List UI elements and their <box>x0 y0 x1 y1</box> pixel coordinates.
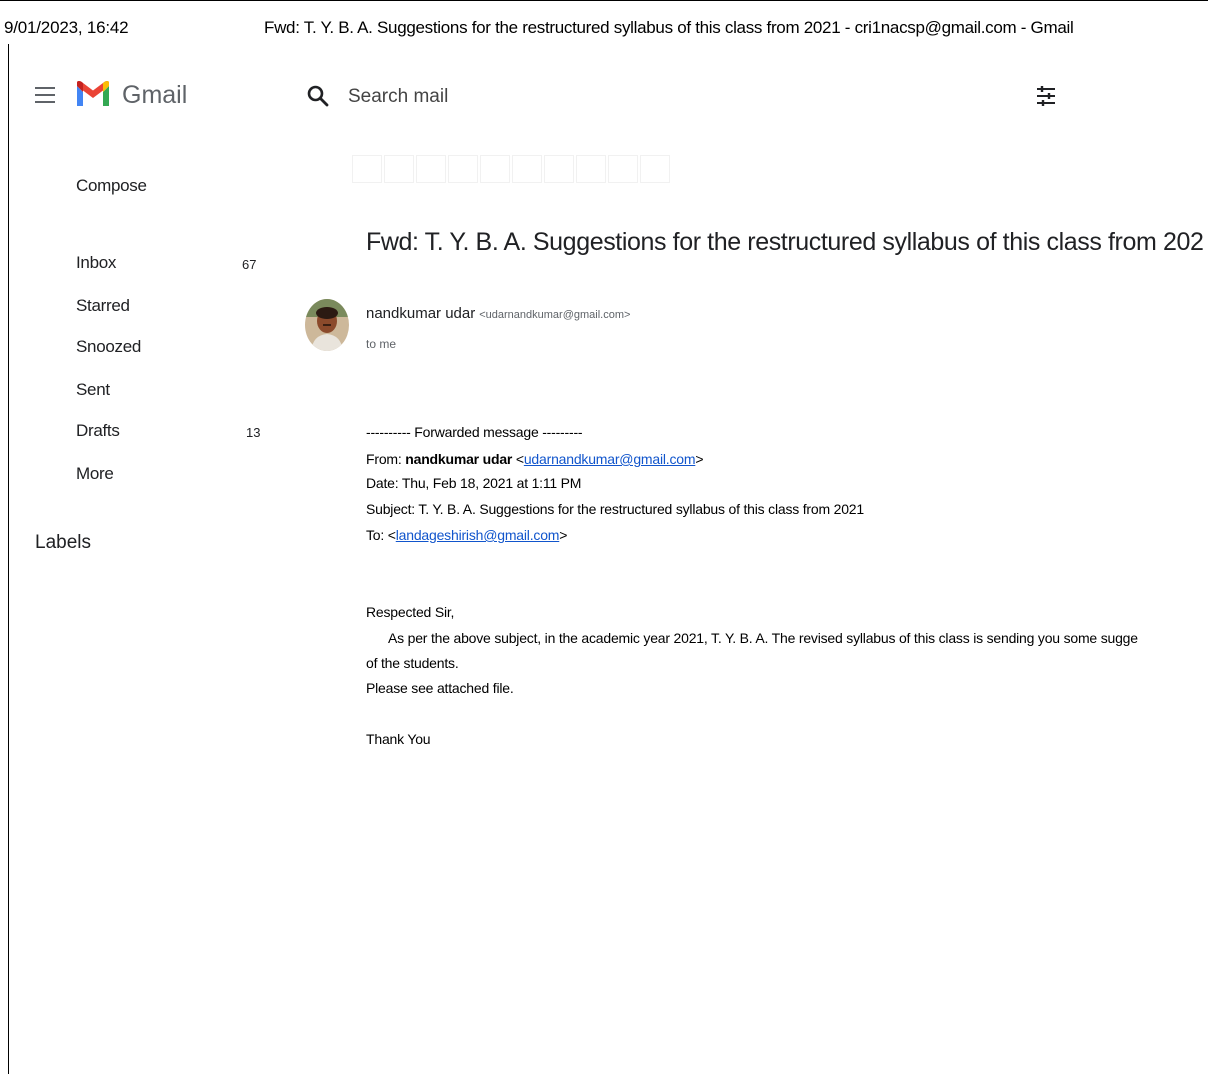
toolbar-button[interactable] <box>512 155 542 183</box>
gmail-logo-text[interactable]: Gmail <box>122 81 187 110</box>
sidebar-drafts-count: 13 <box>246 425 261 440</box>
from-label: From: <box>366 451 402 467</box>
toolbar-button[interactable] <box>416 155 446 183</box>
toolbar-button[interactable] <box>352 155 382 183</box>
toolbar-button[interactable] <box>448 155 478 183</box>
toolbar-button[interactable] <box>480 155 510 183</box>
page-top-border <box>0 0 1208 1</box>
body-attachment-note: Please see attached file. <box>366 680 514 696</box>
toolbar-button[interactable] <box>640 155 670 183</box>
sidebar-item-drafts[interactable]: Drafts <box>76 421 120 441</box>
labels-heading: Labels <box>35 532 91 553</box>
from-close: > <box>695 451 704 467</box>
sidebar-item-inbox[interactable]: Inbox <box>76 253 116 273</box>
page-left-border <box>8 44 9 1074</box>
from-name: nandkumar udar <box>405 451 513 467</box>
forwarded-date-line: Date: Thu, Feb 18, 2021 at 1:11 PM <box>366 475 582 491</box>
recipient-details[interactable]: to me <box>366 337 396 351</box>
sidebar-item-snoozed[interactable]: Snoozed <box>76 337 141 357</box>
forwarded-subject-line: Subject: T. Y. B. A. Suggestions for the… <box>366 501 864 517</box>
toolbar-button[interactable] <box>544 155 574 183</box>
message-toolbar <box>352 155 670 183</box>
search-icon[interactable] <box>306 84 330 108</box>
to-close: > <box>559 527 568 543</box>
greeting-text: Respected Sir, <box>366 604 455 620</box>
sidebar-item-starred[interactable]: Starred <box>76 296 130 316</box>
toolbar-button[interactable] <box>576 155 606 183</box>
print-date-time: 9/01/2023, 16:42 <box>4 18 129 37</box>
toolbar-button[interactable] <box>608 155 638 183</box>
gmail-logo-icon[interactable] <box>75 80 111 112</box>
from-open: < <box>515 451 524 467</box>
sender-name-line: nandkumar udar <udarnandkumar@gmail.com> <box>366 305 630 322</box>
closing-text: Thank You <box>366 731 431 747</box>
sender-name[interactable]: nandkumar udar <box>366 305 475 322</box>
forwarded-to-line: To: <landageshirish@gmail.com> <box>366 527 567 543</box>
from-email-link[interactable]: udarnandkumar@gmail.com <box>524 451 696 467</box>
forwarded-from-line: From: nandkumar udar <udarnandkumar@gmai… <box>366 451 703 467</box>
main-menu-icon[interactable] <box>35 86 57 104</box>
sidebar-item-sent[interactable]: Sent <box>76 380 110 400</box>
print-page-title: Fwd: T. Y. B. A. Suggestions for the res… <box>264 18 1074 37</box>
to-label: To: < <box>366 527 396 543</box>
email-subject: Fwd: T. Y. B. A. Suggestions for the res… <box>366 228 1204 256</box>
truncated-signature <box>366 755 476 761</box>
forwarded-header: ---------- Forwarded message --------- <box>366 424 583 440</box>
to-email-link[interactable]: landageshirish@gmail.com <box>396 527 560 543</box>
sender-email: <udarnandkumar@gmail.com> <box>479 309 631 321</box>
sidebar-inbox-count: 67 <box>242 257 257 272</box>
sidebar-item-more[interactable]: More <box>76 464 114 484</box>
search-input[interactable] <box>348 84 948 110</box>
toolbar-button[interactable] <box>384 155 414 183</box>
search-options-icon[interactable] <box>1034 84 1058 108</box>
sender-avatar[interactable] <box>305 299 349 351</box>
body-paragraph-line: As per the above subject, in the academi… <box>388 630 1138 646</box>
compose-button[interactable]: Compose <box>76 176 147 196</box>
body-paragraph-line: of the students. <box>366 655 459 671</box>
